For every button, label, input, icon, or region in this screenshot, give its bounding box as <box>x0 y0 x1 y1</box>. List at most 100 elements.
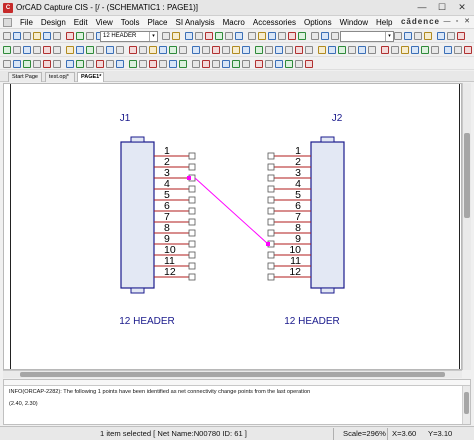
toolbar-button-icon[interactable] <box>169 46 177 54</box>
log-scrollbar[interactable] <box>462 386 470 424</box>
menu-item[interactable]: View <box>92 17 117 28</box>
toolbar-button-icon[interactable] <box>381 46 389 54</box>
toolbar-button-icon[interactable] <box>13 32 21 40</box>
toolbar-button-icon[interactable] <box>265 46 273 54</box>
place-tool-icon[interactable] <box>3 60 11 68</box>
toolbar-button-icon[interactable] <box>192 46 200 54</box>
toolbar-button-icon[interactable] <box>66 32 74 40</box>
mdi-close-button[interactable]: ✕ <box>462 17 472 27</box>
mdi-minimize-button[interactable]: — <box>442 17 452 27</box>
toolbar-button-icon[interactable] <box>401 46 409 54</box>
toolbar-button-icon[interactable] <box>431 46 439 54</box>
menu-item[interactable]: File <box>16 17 37 28</box>
place-tool-icon[interactable] <box>202 60 210 68</box>
menu-item[interactable]: Window <box>336 17 372 28</box>
toolbar-button-icon[interactable] <box>235 32 243 40</box>
place-tool-icon[interactable] <box>129 60 137 68</box>
mdi-restore-button[interactable]: ▫ <box>452 17 462 27</box>
place-tool-icon[interactable] <box>232 60 240 68</box>
menu-item[interactable]: Place <box>143 17 171 28</box>
toolbar-button-icon[interactable] <box>321 32 329 40</box>
toolbar-button-icon[interactable] <box>248 32 256 40</box>
toolbar-button-icon[interactable] <box>368 46 376 54</box>
place-tool-icon[interactable] <box>13 60 21 68</box>
place-tool-icon[interactable] <box>169 60 177 68</box>
toolbar-button-icon[interactable] <box>212 46 220 54</box>
toolbar-button-icon[interactable] <box>116 46 124 54</box>
schematic-drawing[interactable]: 123456789101112J112 HEADER12345678910111… <box>4 84 462 370</box>
toolbar-button-icon[interactable] <box>305 46 313 54</box>
toolbar-button-icon[interactable] <box>53 32 61 40</box>
place-tool-icon[interactable] <box>76 60 84 68</box>
search-combo[interactable]: ▾ <box>340 31 394 42</box>
place-tool-icon[interactable] <box>265 60 273 68</box>
toolbar-button-icon[interactable] <box>162 32 170 40</box>
horizontal-scroll-thumb[interactable] <box>20 372 445 377</box>
toolbar-button-icon[interactable] <box>255 46 263 54</box>
toolbar-button-icon[interactable] <box>457 32 465 40</box>
place-tool-icon[interactable] <box>106 60 114 68</box>
toolbar-button-icon[interactable] <box>129 46 137 54</box>
schematic-canvas[interactable]: 1 2 3 4 5 6 7 8 9 10 11 12 J1 12 HEADER 1 2 3 4 5 6 7 8 9 10 11 1… <box>3 83 462 370</box>
toolbar-button-icon[interactable] <box>394 32 402 40</box>
toolbar-button-icon[interactable] <box>295 46 303 54</box>
toolbar-button-icon[interactable] <box>66 46 74 54</box>
toolbar-button-icon[interactable] <box>149 46 157 54</box>
toolbar-button-icon[interactable] <box>86 46 94 54</box>
toolbar-button-icon[interactable] <box>242 46 250 54</box>
close-button[interactable]: ✕ <box>452 0 472 16</box>
toolbar-button-icon[interactable] <box>76 46 84 54</box>
toolbar-button-icon[interactable] <box>464 46 472 54</box>
place-tool-icon[interactable] <box>242 60 250 68</box>
place-tool-icon[interactable] <box>192 60 200 68</box>
place-tool-icon[interactable] <box>116 60 124 68</box>
toolbar-button-icon[interactable] <box>23 32 31 40</box>
place-tool-icon[interactable] <box>159 60 167 68</box>
toolbar-button-icon[interactable] <box>232 46 240 54</box>
toolbar-button-icon[interactable] <box>268 32 276 40</box>
menu-item[interactable]: SI Analysis <box>172 17 219 28</box>
toolbar-button-icon[interactable] <box>96 46 104 54</box>
toolbar-button-icon[interactable] <box>172 32 180 40</box>
tab-1[interactable]: Start Page <box>8 72 42 82</box>
place-tool-icon[interactable] <box>86 60 94 68</box>
toolbar-button-icon[interactable] <box>391 46 399 54</box>
toolbar-button-icon[interactable] <box>404 32 412 40</box>
toolbar-button-icon[interactable] <box>424 32 432 40</box>
toolbar-button-icon[interactable] <box>444 46 452 54</box>
log-scroll-thumb[interactable] <box>464 392 469 414</box>
document-icon[interactable] <box>3 18 12 27</box>
tab-2[interactable]: test.opj* <box>45 72 75 82</box>
chevron-down-icon[interactable]: ▾ <box>385 32 393 41</box>
toolbar-button-icon[interactable] <box>33 46 41 54</box>
toolbar-button-icon[interactable] <box>328 46 336 54</box>
toolbar-button-icon[interactable] <box>23 46 31 54</box>
place-tool-icon[interactable] <box>275 60 283 68</box>
menu-item[interactable]: Macro <box>219 17 249 28</box>
place-tool-icon[interactable] <box>139 60 147 68</box>
place-tool-icon[interactable] <box>33 60 41 68</box>
menu-item[interactable]: Design <box>37 17 70 28</box>
place-tool-icon[interactable] <box>179 60 187 68</box>
toolbar-button-icon[interactable] <box>179 46 187 54</box>
toolbar-button-icon[interactable] <box>258 32 266 40</box>
toolbar-button-icon[interactable] <box>195 32 203 40</box>
toolbar-button-icon[interactable] <box>202 46 210 54</box>
toolbar-button-icon[interactable] <box>275 46 283 54</box>
toolbar-button-icon[interactable] <box>278 32 286 40</box>
minimize-button[interactable]: — <box>412 0 432 16</box>
toolbar-button-icon[interactable] <box>437 32 445 40</box>
menu-item[interactable]: Tools <box>117 17 144 28</box>
toolbar-button-icon[interactable] <box>185 32 193 40</box>
menu-item[interactable]: Accessories <box>249 17 300 28</box>
toolbar-button-icon[interactable] <box>285 46 293 54</box>
place-tool-icon[interactable] <box>212 60 220 68</box>
toolbar-button-icon[interactable] <box>139 46 147 54</box>
toolbar-button-icon[interactable] <box>421 46 429 54</box>
toolbar-button-icon[interactable] <box>33 32 41 40</box>
place-tool-icon[interactable] <box>96 60 104 68</box>
place-tool-icon[interactable] <box>149 60 157 68</box>
place-tool-icon[interactable] <box>255 60 263 68</box>
vertical-scroll-thumb[interactable] <box>464 133 470 218</box>
place-tool-icon[interactable] <box>23 60 31 68</box>
